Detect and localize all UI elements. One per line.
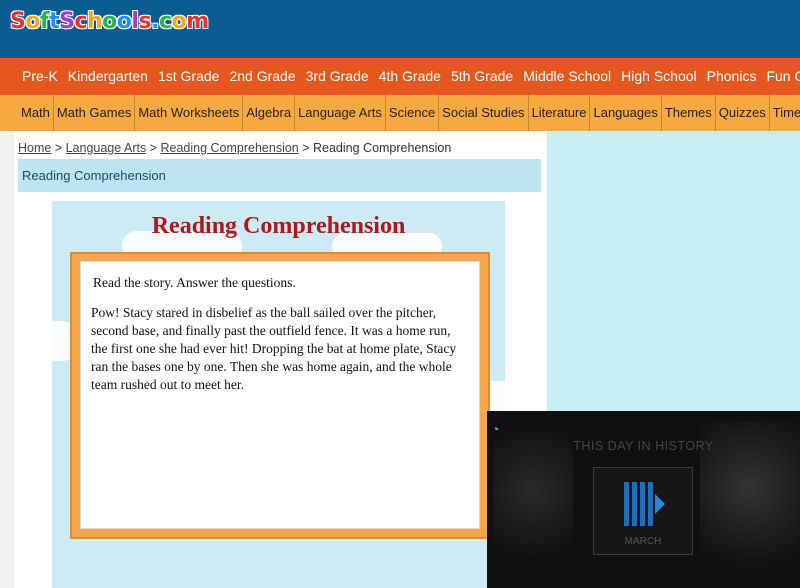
nav-subject-social-studies[interactable]: Social Studies bbox=[439, 95, 529, 131]
nav-subject-themes[interactable]: Themes bbox=[662, 95, 716, 131]
nav-grade-middle-school[interactable]: Middle School bbox=[519, 58, 615, 95]
nav-grade-pre-k[interactable]: Pre-K bbox=[18, 58, 62, 95]
nav-subject-math-games[interactable]: Math Games bbox=[54, 95, 136, 131]
video-month: MARCH bbox=[624, 536, 662, 547]
nav-grade-2nd-grade[interactable]: 2nd Grade bbox=[225, 58, 299, 95]
nav-subject-algebra[interactable]: Algebra bbox=[243, 95, 296, 131]
video-background-figure bbox=[493, 431, 573, 581]
story-text: Pow! Stacy stared in disbelief as the ba… bbox=[91, 305, 457, 392]
logo-letter: t bbox=[49, 9, 60, 34]
nav-subject-language-arts[interactable]: Language Arts bbox=[295, 95, 386, 131]
nav-subject-quizzes[interactable]: Quizzes bbox=[716, 95, 770, 131]
grade-nav: Pre-K Kindergarten 1st Grade 2nd Grade 3rd G… bbox=[0, 58, 800, 95]
story-paper: Read the story. Answer the questions. Po… bbox=[80, 261, 480, 529]
instructions-text: Read the story. Answer the questions. bbox=[93, 275, 296, 290]
breadcrumb-reading-link[interactable]: Reading Comprehension bbox=[160, 141, 298, 155]
nav-grade-1st-grade[interactable]: 1st Grade bbox=[154, 58, 223, 95]
breadcrumb: Home > Language Arts > Reading Comprehen… bbox=[18, 141, 451, 155]
logo-letter: . bbox=[151, 9, 159, 34]
video-ad-player[interactable]: ◔ THIS DAY IN HISTORY MARCH bbox=[487, 411, 800, 588]
logo-letter: o bbox=[116, 9, 132, 34]
play-icon[interactable] bbox=[622, 478, 666, 530]
logo-letter: f bbox=[39, 9, 50, 34]
calendar-box: MARCH bbox=[593, 467, 693, 555]
section-title-bar: Reading Comprehension bbox=[18, 159, 541, 192]
nav-subject-science[interactable]: Science bbox=[386, 95, 440, 131]
nav-subject-timel[interactable]: Timel bbox=[770, 95, 800, 131]
logo-letter: s bbox=[138, 9, 152, 34]
nav-grade-4th-grade[interactable]: 4th Grade bbox=[375, 58, 445, 95]
breadcrumb-separator: > bbox=[146, 141, 161, 155]
nav-grade-kindergarten[interactable]: Kindergarten bbox=[64, 58, 152, 95]
logo-letter: h bbox=[87, 9, 103, 34]
history-logo-icon: ◔ bbox=[491, 421, 500, 437]
nav-subject-languages[interactable]: Languages bbox=[590, 95, 662, 131]
logo-letter: c bbox=[158, 9, 172, 34]
nav-grade-high-school[interactable]: High School bbox=[617, 58, 701, 95]
logo-letter: m bbox=[186, 9, 209, 34]
breadcrumb-language-arts-link[interactable]: Language Arts bbox=[66, 141, 147, 155]
nav-subject-literature[interactable]: Literature bbox=[529, 95, 591, 131]
section-title: Reading Comprehension bbox=[22, 168, 166, 183]
logo-letter: S bbox=[10, 9, 26, 34]
video-title: THIS DAY IN HISTORY bbox=[573, 439, 714, 453]
site-header: SoftSchools.com bbox=[0, 0, 800, 58]
breadcrumb-current: Reading Comprehension bbox=[313, 141, 452, 155]
nav-grade-5th-grade[interactable]: 5th Grade bbox=[447, 58, 517, 95]
logo-letter: o bbox=[25, 9, 40, 34]
site-logo[interactable]: SoftSchools.com bbox=[10, 9, 209, 34]
nav-grade-fun-gam[interactable]: Fun Gam bbox=[762, 58, 800, 95]
logo-letter: o bbox=[102, 9, 117, 34]
logo-letter: S bbox=[59, 9, 75, 34]
logo-letter: c bbox=[74, 9, 87, 34]
subject-nav: Math Math Games Math Worksheets Algebra Lang… bbox=[0, 95, 800, 131]
nav-grade-phonics[interactable]: Phonics bbox=[703, 58, 761, 95]
reading-activity[interactable]: Reading Comprehension Read the story. An… bbox=[52, 201, 505, 588]
nav-grade-3rd-grade[interactable]: 3rd Grade bbox=[302, 58, 373, 95]
activity-title: Reading Comprehension bbox=[151, 213, 406, 239]
nav-subject-math[interactable]: Math bbox=[18, 95, 54, 131]
breadcrumb-separator: > bbox=[51, 141, 66, 155]
nav-subject-math-worksheets[interactable]: Math Worksheets bbox=[135, 95, 244, 131]
breadcrumb-home-link[interactable]: Home bbox=[18, 141, 51, 155]
story-frame: Read the story. Answer the questions. Po… bbox=[70, 252, 490, 539]
logo-letter: o bbox=[171, 9, 187, 34]
breadcrumb-separator: > bbox=[298, 141, 313, 155]
